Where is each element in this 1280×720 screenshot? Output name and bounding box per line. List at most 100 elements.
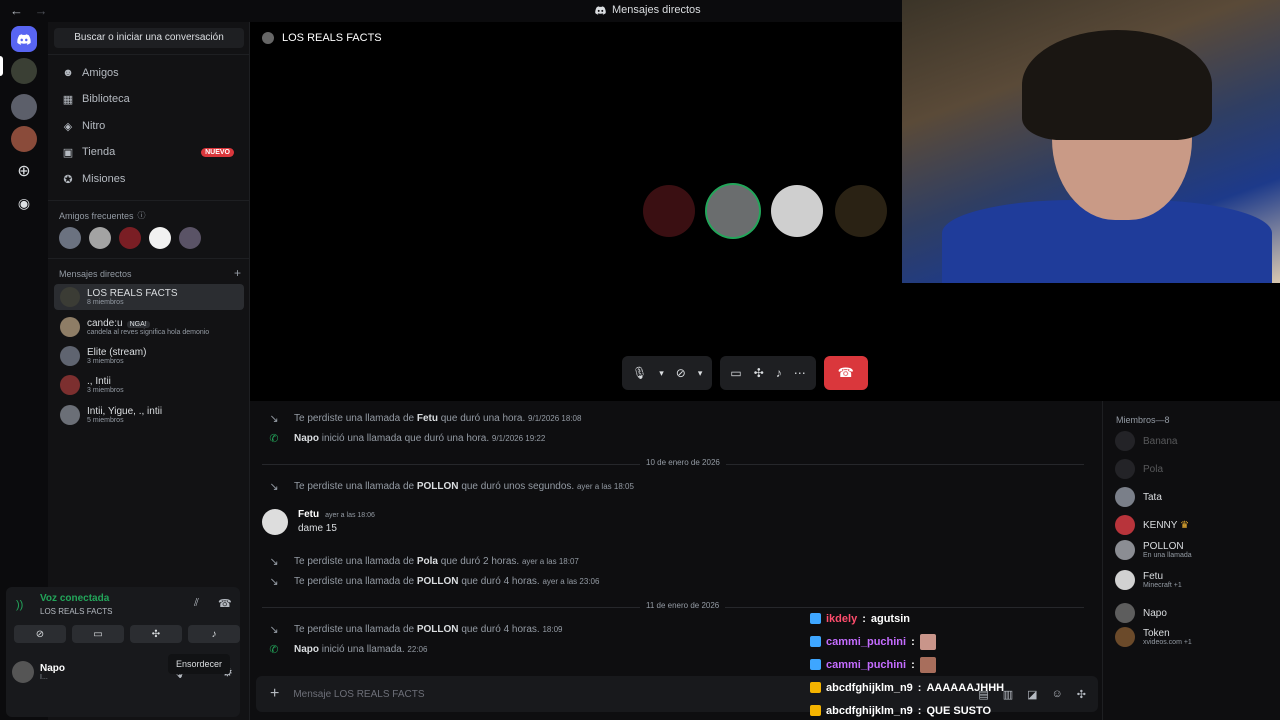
activities-button[interactable]: ✣ [130, 625, 182, 643]
apps-icon[interactable]: ✣ [1077, 688, 1086, 701]
dm-item[interactable]: Elite (stream) 3 miembros [54, 343, 244, 369]
avatar[interactable] [12, 661, 34, 683]
forward-arrow-icon[interactable]: → [35, 3, 48, 18]
noise-suppression-icon[interactable]: ⫽ [194, 597, 199, 610]
member-item[interactable]: Token xvideos.com +1 [1115, 627, 1192, 647]
dm-subtitle: 8 miembros [87, 298, 124, 306]
friend-avatar[interactable] [89, 227, 111, 249]
crown-icon: ♛ [1180, 519, 1190, 531]
screen-share-button[interactable]: ▭ [72, 625, 124, 643]
platform-icon [810, 682, 821, 693]
message-text: Te perdiste una llamada de [294, 481, 415, 492]
friend-avatar[interactable] [179, 227, 201, 249]
timestamp: ayer a las 23:06 [542, 577, 600, 586]
member-item[interactable]: Tata [1115, 487, 1162, 507]
add-attachment-icon[interactable]: + [270, 685, 279, 703]
nav-nitro[interactable]: ◈ Nitro [56, 114, 244, 138]
nav-label: Misiones [82, 173, 126, 185]
date-label: 10 de enero de 2026 [640, 458, 726, 467]
screen-share-icon[interactable]: ▭ [730, 366, 741, 380]
hang-up-button[interactable]: ☎ [823, 356, 868, 390]
soundboard-icon[interactable]: ♪ [776, 366, 782, 380]
username[interactable]: Napo [294, 644, 319, 655]
voice-status[interactable]: Voz conectada [40, 593, 109, 604]
dm-item[interactable]: Intii, Yigue, ., intii 5 miembros [54, 402, 244, 428]
message-text: inició una llamada que duró una hora. [321, 433, 490, 444]
info-icon[interactable]: ⓘ [138, 210, 146, 221]
nav-library[interactable]: ▦ Biblioteca [56, 87, 244, 111]
quests-icon: ✪ [63, 173, 73, 186]
member-item[interactable]: Fetu Minecraft +1 [1115, 570, 1182, 590]
message-text: Te perdiste una llamada de [294, 413, 415, 424]
soundboard-button[interactable]: ♪ [188, 625, 240, 643]
avatar[interactable] [262, 509, 288, 535]
dm-item[interactable]: LOS REALS FACTS 8 miembros [54, 284, 244, 310]
message-text: que duró una hora. [440, 413, 526, 424]
username[interactable]: Napo [294, 433, 319, 444]
chat-message: AAAAAAJHHH [926, 681, 1005, 694]
emoji-icon[interactable]: ☺ [1052, 688, 1063, 701]
back-arrow-icon[interactable]: ← [10, 3, 23, 18]
server-avatar[interactable] [11, 94, 37, 120]
search-button[interactable]: Buscar o iniciar una conversación [54, 28, 244, 48]
dm-name: Intii, Yigue, ., intii [87, 405, 163, 417]
username[interactable]: Fetu [298, 509, 319, 520]
message-text: Te perdiste una llamada de [294, 556, 415, 567]
participant-avatar[interactable] [643, 185, 695, 237]
friend-avatar[interactable] [149, 227, 171, 249]
member-item[interactable]: Banana [1115, 431, 1177, 451]
friend-avatar[interactable] [59, 227, 81, 249]
timestamp: 22:06 [407, 645, 428, 654]
chat-message: agutsin [870, 612, 910, 625]
add-server-icon[interactable]: ⊕ [11, 158, 37, 184]
voice-channel[interactable]: LOS REALS FACTS [40, 607, 112, 616]
member-item[interactable]: KENNY ♛ [1115, 515, 1189, 535]
activities-icon[interactable]: ✣ [754, 366, 764, 380]
nav-quests[interactable]: ✪ Misiones [56, 167, 244, 191]
username[interactable]: POLLON [417, 624, 459, 635]
dm-item[interactable]: cande:u NGA! candela al reves significa h… [54, 314, 244, 340]
camera-off-icon[interactable]: ⊘ [676, 366, 686, 380]
new-badge: NUEVO [201, 147, 234, 157]
username[interactable]: Napo [40, 663, 65, 674]
username[interactable]: Fetu [417, 413, 438, 424]
more-icon[interactable]: ⋯ [794, 366, 806, 380]
missed-call-icon: ↘ [269, 576, 279, 588]
participant-avatar[interactable] [835, 185, 887, 237]
discord-icon [17, 33, 31, 45]
platform-icon [810, 705, 821, 716]
message-input[interactable]: Mensaje LOS REALS FACTS [293, 689, 424, 700]
member-item[interactable]: Napo [1115, 603, 1167, 623]
emote-icon [919, 656, 936, 673]
nav-friends[interactable]: ☻ Amigos [56, 61, 244, 85]
microphone-icon: 🎙︎ [632, 366, 648, 380]
member-item[interactable]: Pola [1115, 459, 1163, 479]
chat-username: abcdfghijklm_n9 [826, 681, 913, 694]
nav-label: Nitro [82, 120, 106, 132]
member-item[interactable]: POLLON En una llamada [1115, 540, 1192, 560]
nav-shop[interactable]: ▣ Tienda NUEVO [56, 140, 244, 164]
chevron-down-icon[interactable]: ▾ [659, 368, 664, 379]
platform-icon [810, 636, 821, 647]
direct-messages-label: Mensajes directos + [59, 266, 241, 280]
chevron-down-icon[interactable]: ▾ [698, 368, 703, 379]
missed-call-icon: ↘ [269, 413, 279, 425]
username[interactable]: Pola [417, 556, 438, 567]
camera-off-button[interactable]: ⊘ [14, 625, 66, 643]
add-dm-icon[interactable]: + [234, 266, 241, 280]
dm-item[interactable]: ., Intii 3 miembros [54, 372, 244, 398]
mic-control[interactable]: 🎙︎ ▾ ⊘ ▾ [622, 356, 713, 390]
discover-icon[interactable]: ◉ [11, 190, 37, 216]
server-avatar[interactable] [11, 126, 37, 152]
participant-avatar[interactable] [771, 185, 823, 237]
participant-avatar[interactable] [707, 185, 759, 237]
divider [48, 54, 250, 55]
home-button[interactable] [11, 26, 37, 52]
disconnect-icon[interactable]: ☎ [218, 597, 232, 610]
username[interactable]: POLLON [417, 576, 459, 587]
call-participants [643, 185, 887, 237]
username[interactable]: POLLON [417, 481, 459, 492]
server-avatar[interactable] [11, 58, 37, 84]
timestamp: ayer a las 18:07 [521, 557, 579, 566]
friend-avatar[interactable] [119, 227, 141, 249]
